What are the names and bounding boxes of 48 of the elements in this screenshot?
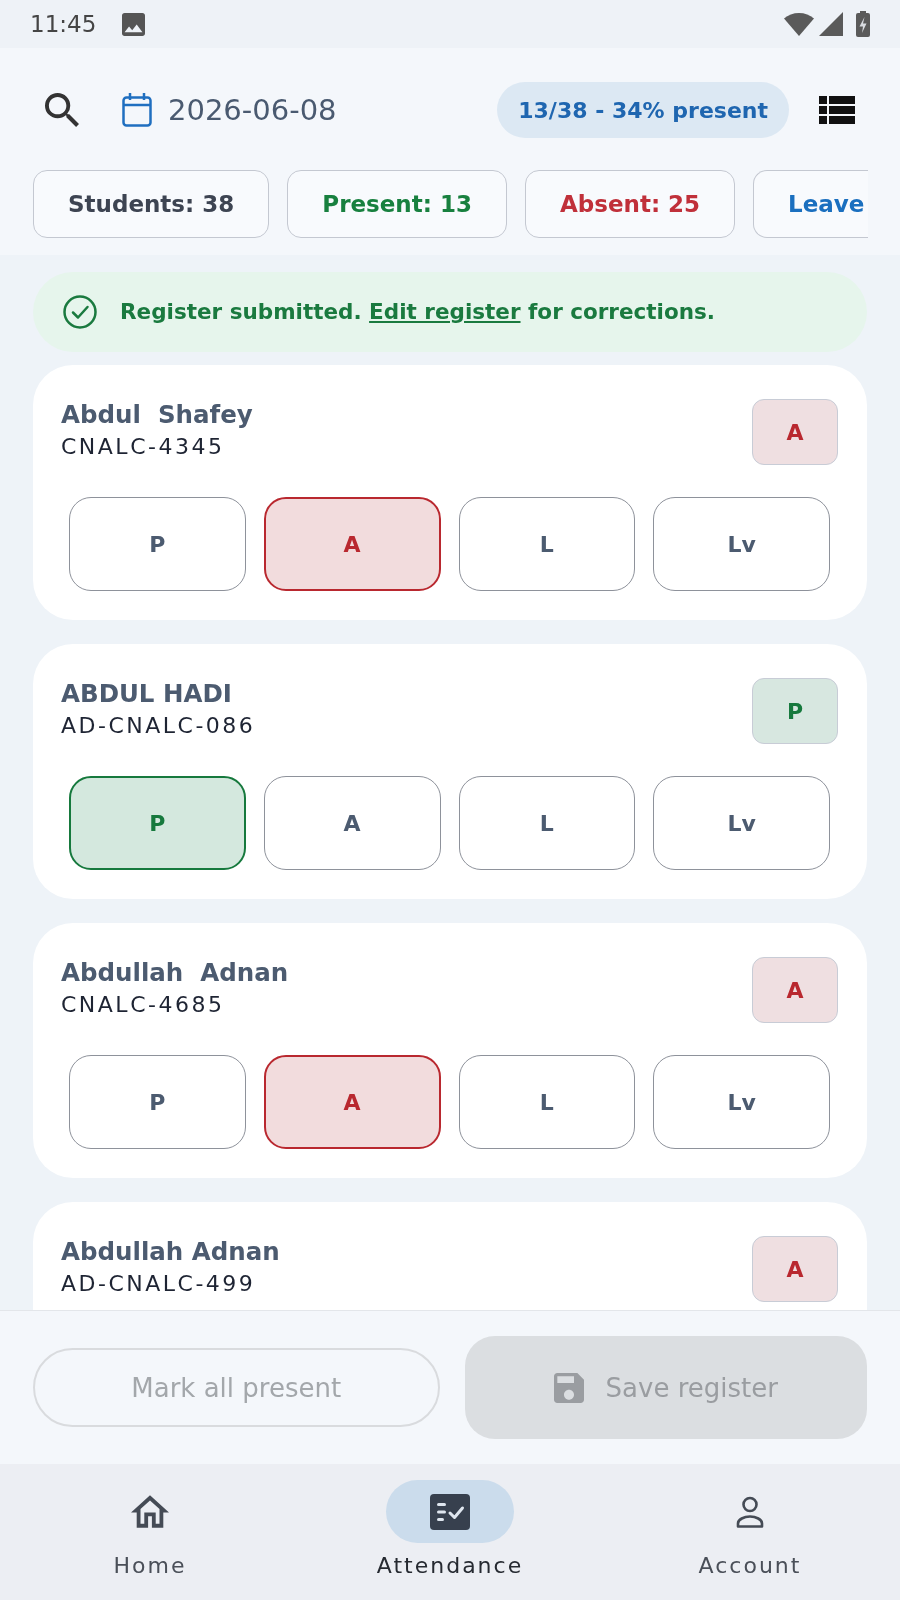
attendance-option-button[interactable]: P [69,497,246,591]
student-id: AD-CNALC-499 [61,1270,256,1298]
count-chip[interactable]: Students: 38 [33,170,270,238]
attendance-option-button[interactable]: L [458,776,636,870]
wifi-icon [784,12,814,36]
status-time: 11:45 [30,10,97,38]
status-badge: A [752,399,838,465]
date-picker-button[interactable]: 2026-06-08 [122,92,337,128]
student-id: CNALC-4685 [61,991,225,1019]
checklist-icon [430,1493,470,1530]
edit-register-link[interactable]: Edit register [369,299,521,324]
student-id: AD-CNALC-086 [61,712,256,740]
status-badge: A [752,957,838,1023]
count-chip[interactable]: Absent: 25 [524,170,736,238]
attendance-option-button[interactable]: Lv [653,1055,830,1149]
nav-tab[interactable]: Attendance [376,1480,524,1581]
image-icon [122,12,146,36]
battery-icon [856,11,870,37]
attendance-option-button[interactable]: A [263,497,441,591]
banner-message: Register submitted. Edit register for corrections. [120,298,715,326]
student-name: ABDUL HADI [61,678,232,710]
attendance-option-button[interactable]: P [69,776,246,870]
check-circle-icon [63,295,97,329]
save-icon [553,1372,584,1403]
attendance-option-button[interactable]: L [458,1055,636,1149]
attendance-option-button[interactable]: P [69,1055,246,1149]
attendance-summary: 13/38 - 34% present [497,82,789,138]
list-view-icon[interactable] [819,96,855,124]
nav-tab[interactable]: Account [686,1480,814,1581]
student-name: Abdullah Adnan [61,1236,280,1268]
attendance-option-button[interactable]: Lv [653,497,830,591]
home-icon [131,1495,169,1528]
student-id: CNALC-4345 [61,433,225,461]
attendance-option-button[interactable]: A [263,776,441,870]
nav-tab[interactable]: Home [86,1480,214,1581]
search-icon[interactable] [45,93,79,127]
student-name: Abdul Shafey [61,399,253,431]
student-name: Abdullah Adnan [61,957,289,989]
person-icon [735,1495,765,1528]
status-badge: A [752,1236,838,1302]
signal-icon [819,12,843,36]
count-chip[interactable]: Leave [753,170,868,238]
attendance-option-button[interactable]: Lv [653,776,830,870]
status-badge: P [752,678,838,744]
count-chip[interactable]: Present: 13 [287,170,507,238]
calendar-icon [122,93,152,127]
attendance-option-button[interactable]: L [458,497,636,591]
attendance-option-button[interactable]: A [263,1055,441,1149]
